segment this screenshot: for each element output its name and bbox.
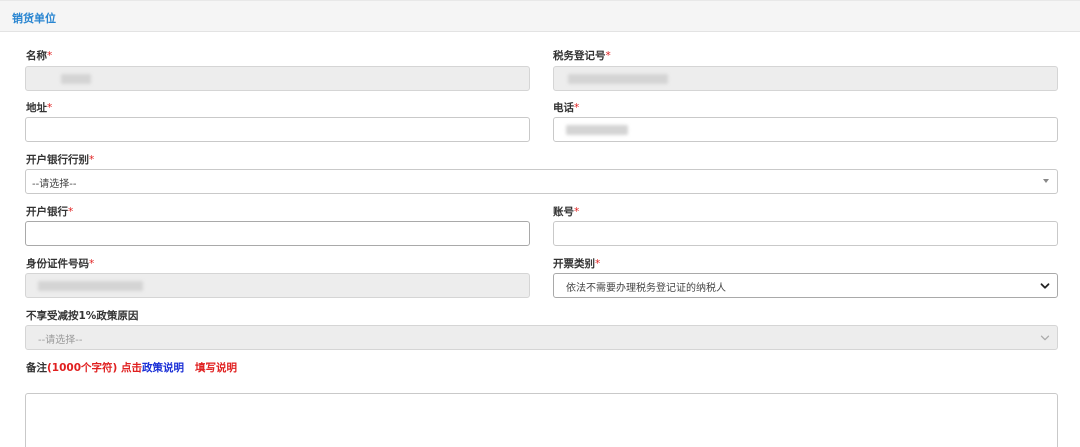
- chevron-down-icon: [1040, 283, 1050, 289]
- bank-field[interactable]: [25, 221, 530, 246]
- invoice-type-label: 开票类别*: [553, 258, 601, 270]
- redacted-value: [566, 125, 628, 135]
- exempt-reason-selected: --请选择--: [38, 335, 83, 346]
- id-number-field[interactable]: [25, 273, 530, 298]
- address-field[interactable]: [25, 117, 530, 142]
- remarks-click-text: 点击: [120, 362, 142, 374]
- chevron-down-icon: [1040, 335, 1050, 341]
- invoice-type-selected: 依法不需要办理税务登记证的纳税人: [566, 283, 726, 294]
- policy-link[interactable]: 政策说明: [142, 362, 184, 374]
- redacted-value: [568, 74, 668, 84]
- required-mark: *: [89, 154, 95, 166]
- tax-id-field[interactable]: [553, 66, 1058, 91]
- address-label: 地址*: [26, 102, 53, 114]
- redacted-value: [61, 74, 91, 84]
- bank-category-select[interactable]: --请选择--: [25, 169, 1058, 194]
- section-header: 销货单位: [0, 0, 1080, 32]
- account-field[interactable]: [553, 221, 1058, 246]
- required-mark: *: [574, 102, 580, 114]
- bank-category-selected: --请选择--: [32, 179, 77, 190]
- required-mark: *: [89, 258, 95, 270]
- invoice-type-select[interactable]: 依法不需要办理税务登记证的纳税人: [553, 273, 1058, 298]
- exempt-reason-label: 不享受减按1%政策原因: [26, 310, 139, 322]
- remarks-textarea[interactable]: [25, 393, 1058, 447]
- required-mark: *: [605, 50, 611, 62]
- phone-field[interactable]: [553, 117, 1058, 142]
- name-field[interactable]: [25, 66, 530, 91]
- id-number-label: 身份证件号码*: [26, 258, 95, 270]
- required-mark: *: [595, 258, 601, 270]
- bank-label: 开户银行*: [26, 206, 74, 218]
- section-title: 销货单位: [12, 12, 56, 25]
- required-mark: *: [47, 102, 53, 114]
- fill-instructions-link[interactable]: 填写说明: [195, 362, 237, 374]
- redacted-value: [38, 281, 143, 291]
- remarks-label: 备注: [26, 362, 47, 374]
- required-mark: *: [574, 206, 580, 218]
- phone-label: 电话*: [553, 102, 580, 114]
- name-label: 名称*: [26, 50, 53, 62]
- remarks-label-line: 备注(1000个字符) 点击政策说明 填写说明: [26, 360, 237, 375]
- tax-id-label: 税务登记号*: [553, 50, 611, 62]
- bank-category-label: 开户银行行别*: [26, 154, 95, 166]
- account-label: 账号*: [553, 206, 580, 218]
- caret-down-icon: [1043, 179, 1049, 183]
- required-mark: *: [68, 206, 74, 218]
- remarks-limit: (1000个字符): [47, 362, 118, 374]
- exempt-reason-select[interactable]: --请选择--: [25, 325, 1058, 350]
- required-mark: *: [47, 50, 53, 62]
